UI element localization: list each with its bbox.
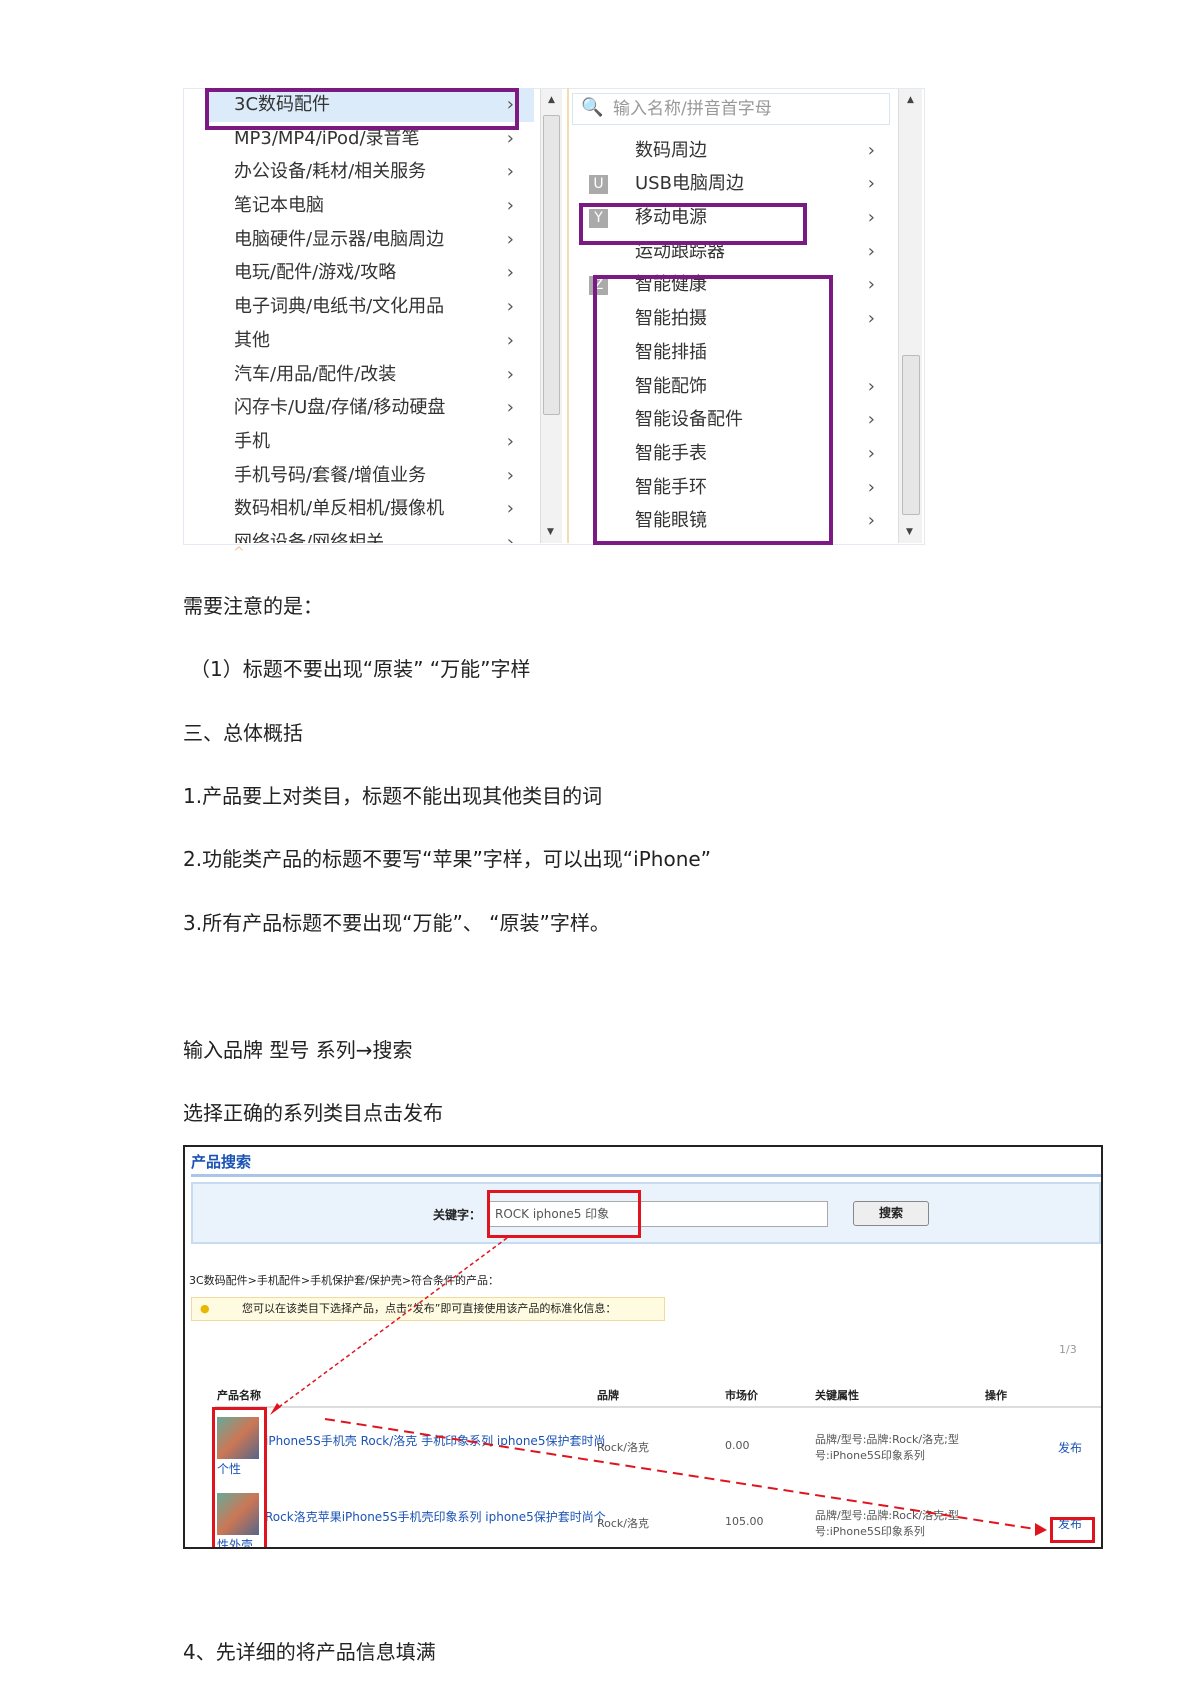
chevron-right-icon: › (867, 308, 875, 330)
scroll-up-icon[interactable]: ▲ (541, 95, 562, 105)
arrow-head (1035, 1523, 1047, 1536)
paragraph: 输入品牌 型号 系列→搜索 (183, 1038, 413, 1062)
paragraph: 3.所有产品标题不要出现“万能”、 “原装”字样。 (183, 911, 610, 935)
category-label: 闪存卡/U盘/存储/移动硬盘 (234, 397, 446, 419)
note-item: （1）标题不要出现“原装” “万能”字样 (190, 657, 531, 681)
chevron-right-icon: › (506, 363, 514, 385)
category-label: 电玩/配件/游戏/攻略 (234, 262, 397, 284)
category-label: 网络设备/网络相关 (234, 531, 385, 543)
category-item[interactable]: 手机 › (207, 425, 534, 459)
category-item[interactable]: 电子词典/电纸书/文化用品 › (207, 290, 534, 324)
chevron-right-icon: › (867, 476, 875, 498)
chevron-right-icon: › (506, 464, 514, 486)
highlight-box (205, 88, 519, 130)
paragraph: 选择正确的系列类目点击发布 (183, 1101, 443, 1125)
scrollbar-thumb[interactable] (543, 115, 560, 415)
chevron-right-icon: › (867, 240, 875, 262)
category-item[interactable]: 数码相机/单反相机/摄像机 › (207, 492, 534, 526)
category-item[interactable]: 汽车/用品/配件/改装 › (207, 358, 534, 392)
letter-index-badge: U (589, 175, 608, 195)
arrow-head (270, 1403, 281, 1415)
collapse-caret-icon[interactable]: ^ (233, 545, 245, 561)
category-label: MP3/MP4/iPod/录音笔 (234, 127, 420, 149)
paragraph: 4、先详细的将产品信息填满 (183, 1640, 436, 1664)
category-label: 汽车/用品/配件/改装 (234, 363, 397, 385)
chevron-right-icon: › (506, 531, 514, 543)
subcategory-item[interactable]: U USB电脑周边 › (569, 167, 895, 201)
category-item[interactable]: 网络设备/网络相关 › (207, 526, 534, 543)
chevron-right-icon: › (867, 442, 875, 464)
category-label: 办公设备/耗材/相关服务 (234, 161, 427, 183)
category-list-level1: 3C数码配件 › MP3/MP4/iPod/录音笔 › 办公设备/耗材/相关服务 › 笔记本… (207, 88, 534, 543)
chevron-right-icon: › (506, 161, 514, 183)
product-search-screenshot: 产品搜索 关键字： ROCK iphone5 印象 搜索 3C数码配件>手机配件… (183, 1145, 1103, 1549)
arrow-line (324, 1418, 1036, 1530)
subcategory-item[interactable]: 数码周边 › (569, 134, 895, 168)
chevron-right-icon: › (867, 274, 875, 296)
category-label: 数码相机/单反相机/摄像机 (234, 498, 445, 520)
note-heading: 需要注意的是： (183, 594, 323, 618)
category-item[interactable]: 电玩/配件/游戏/攻略 › (207, 256, 534, 290)
arrow-line (274, 1237, 508, 1411)
section-heading: 三、总体概括 (183, 721, 303, 745)
category-item[interactable]: 笔记本电脑 › (207, 189, 534, 223)
chevron-right-icon: › (867, 375, 875, 397)
category-label: 笔记本电脑 (234, 195, 324, 217)
left-scrollbar[interactable]: ▲ ▼ (540, 89, 562, 543)
chevron-right-icon: › (506, 262, 514, 284)
chevron-right-icon: › (867, 207, 875, 229)
category-item[interactable]: 电脑硬件/显示器/电脑周边 › (207, 223, 534, 257)
highlight-box (579, 203, 807, 245)
category-label: 电子词典/电纸书/文化用品 (234, 296, 445, 318)
search-icon: 🔍 (581, 97, 604, 118)
category-item[interactable]: 闪存卡/U盘/存储/移动硬盘 › (207, 391, 534, 425)
scroll-down-icon[interactable]: ▼ (547, 527, 554, 537)
chevron-right-icon: › (506, 397, 514, 419)
category-label: 手机号码/套餐/增值业务 (234, 464, 427, 486)
highlight-box (593, 275, 833, 545)
scrollbar-thumb[interactable] (902, 355, 920, 515)
chevron-right-icon: › (506, 195, 514, 217)
chevron-right-icon: › (506, 498, 514, 520)
category-item[interactable]: 其他 › (207, 324, 534, 358)
scroll-down-icon[interactable]: ▼ (906, 527, 913, 537)
right-scrollbar[interactable]: ▲ ▼ (898, 89, 922, 543)
scroll-up-icon[interactable]: ▲ (899, 95, 922, 105)
paragraph: 1.产品要上对类目，标题不能出现其他类目的词 (183, 784, 603, 808)
chevron-right-icon: › (867, 510, 875, 532)
chevron-right-icon: › (867, 409, 875, 431)
annotation-arrows (270, 1237, 1047, 1536)
subcategory-label: USB电脑周边 (635, 173, 744, 195)
category-label: 手机 (234, 430, 270, 452)
chevron-right-icon: › (867, 173, 875, 195)
category-label: 其他 (234, 329, 270, 351)
chevron-right-icon: › (506, 430, 514, 452)
paragraph: 2.功能类产品的标题不要写“苹果”字样，可以出现“iPhone” (183, 847, 712, 871)
category-search-input[interactable]: 输入名称/拼音首字母 (572, 93, 890, 125)
chevron-right-icon: › (506, 228, 514, 250)
subcategory-label: 数码周边 (635, 139, 707, 161)
chevron-right-icon: › (506, 296, 514, 318)
category-item[interactable]: 手机号码/套餐/增值业务 › (207, 459, 534, 493)
chevron-right-icon: › (867, 139, 875, 161)
chevron-right-icon: › (506, 329, 514, 351)
category-item[interactable]: 办公设备/耗材/相关服务 › (207, 155, 534, 189)
category-label: 电脑硬件/显示器/电脑周边 (234, 228, 445, 250)
